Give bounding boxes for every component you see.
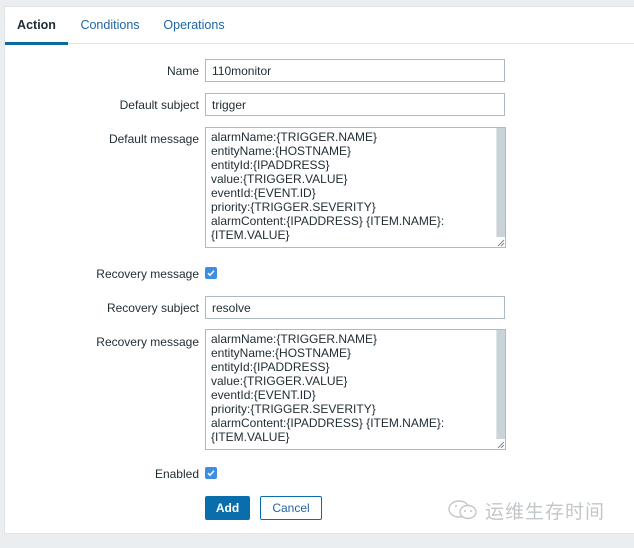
recovery-message-toggle-label: Recovery message bbox=[96, 267, 199, 281]
name-input[interactable] bbox=[205, 59, 505, 82]
default-message-label: Default message bbox=[108, 132, 199, 146]
recovery-message-scrollbar[interactable] bbox=[496, 330, 505, 449]
recovery-message-textarea[interactable]: alarmName:{TRIGGER.NAME} entityName:{HOS… bbox=[205, 329, 506, 450]
resize-handle-icon[interactable] bbox=[495, 439, 505, 449]
name-label: Name bbox=[166, 64, 199, 78]
recovery-message-text[interactable]: alarmName:{TRIGGER.NAME} entityName:{HOS… bbox=[211, 332, 493, 444]
add-button[interactable]: Add bbox=[205, 496, 250, 520]
tab-action[interactable]: Action bbox=[5, 7, 68, 45]
cancel-button[interactable]: Cancel bbox=[260, 496, 322, 520]
recovery-subject-label: Recovery subject bbox=[106, 301, 199, 315]
checkmark-icon bbox=[207, 470, 215, 477]
tab-conditions[interactable]: Conditions bbox=[73, 7, 147, 44]
tab-bar: Action Conditions Operations bbox=[5, 7, 634, 45]
default-message-textarea[interactable]: alarmName:{TRIGGER.NAME} entityName:{HOS… bbox=[205, 127, 506, 248]
watermark-text: 运维生存时间 bbox=[485, 501, 606, 523]
checkmark-icon bbox=[207, 270, 215, 277]
enabled-label: Enabled bbox=[154, 467, 199, 481]
enabled-checkbox[interactable] bbox=[205, 467, 217, 479]
default-message-text[interactable]: alarmName:{TRIGGER.NAME} entityName:{HOS… bbox=[211, 130, 493, 242]
resize-handle-icon[interactable] bbox=[495, 237, 505, 247]
recovery-message-label: Recovery message bbox=[96, 335, 199, 349]
default-subject-input[interactable] bbox=[205, 93, 505, 116]
default-subject-label: Default subject bbox=[119, 98, 199, 112]
recovery-message-checkbox[interactable] bbox=[205, 267, 217, 279]
recovery-subject-input[interactable] bbox=[205, 296, 505, 319]
tab-operations[interactable]: Operations bbox=[157, 7, 231, 44]
watermark: 运维生存时间 bbox=[447, 498, 606, 523]
wechat-icon bbox=[448, 500, 477, 520]
default-message-scrollbar[interactable] bbox=[496, 128, 505, 247]
